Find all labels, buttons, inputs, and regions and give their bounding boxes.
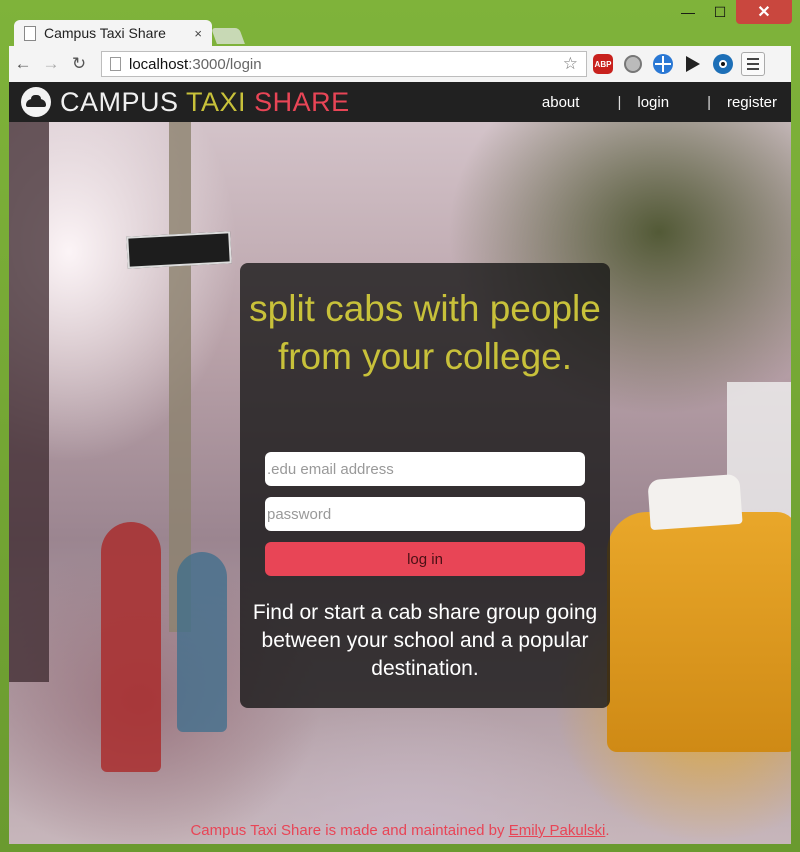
address-bar[interactable]: localhost:3000/login ☆: [101, 51, 587, 77]
close-window-button[interactable]: ✕: [736, 0, 792, 24]
login-card: split cabs with people from your college…: [240, 263, 610, 708]
site-logo-text[interactable]: CAMPUS TAXI SHARE: [60, 87, 350, 118]
footer-text: Campus Taxi Share is made and maintained…: [190, 822, 610, 839]
browser-toolbar: ← → ↻ localhost:3000/login ☆ ABP: [9, 46, 791, 82]
nav-about-link[interactable]: about: [542, 94, 580, 111]
page-info-icon: [110, 57, 121, 71]
globe-icon[interactable]: [649, 52, 677, 76]
hero-headline: split cabs with people from your college…: [249, 288, 601, 377]
author-link[interactable]: Emily Pakulski: [509, 822, 606, 839]
forward-icon[interactable]: →: [37, 54, 65, 74]
reload-icon[interactable]: ↻: [65, 54, 93, 74]
taxi-logo-icon[interactable]: [21, 87, 51, 117]
minimize-button[interactable]: —: [672, 0, 704, 24]
nav-separator: |: [617, 93, 622, 111]
back-icon[interactable]: ←: [9, 54, 37, 74]
new-tab-button[interactable]: [211, 28, 245, 44]
page-viewport: CAMPUS TAXI SHARE about | login | regist…: [9, 82, 791, 844]
window-controls: — ☐ ✕: [672, 0, 792, 30]
abp-icon[interactable]: ABP: [589, 52, 617, 76]
play-off-icon[interactable]: [679, 52, 707, 76]
main-nav: about | login | register: [542, 82, 777, 122]
maximize-button[interactable]: ☐: [704, 0, 736, 24]
menu-icon[interactable]: [741, 52, 765, 76]
site-header: CAMPUS TAXI SHARE about | login | regist…: [9, 82, 791, 122]
tagline-text: Find or start a cab share group going be…: [252, 601, 598, 680]
tab-title: Campus Taxi Share: [44, 25, 166, 41]
tab-close-icon[interactable]: ×: [194, 26, 202, 41]
login-button[interactable]: log in: [265, 542, 585, 576]
url-text[interactable]: localhost:3000/login: [129, 56, 563, 73]
password-field[interactable]: [265, 497, 585, 531]
nav-login-link[interactable]: login: [637, 94, 669, 111]
bookmark-star-icon[interactable]: ☆: [563, 54, 578, 74]
nav-separator: |: [707, 93, 711, 111]
background-photo: [9, 122, 49, 682]
flame-icon[interactable]: [619, 52, 647, 76]
email-field[interactable]: [265, 452, 585, 486]
page-icon: [24, 25, 36, 41]
browser-tab[interactable]: Campus Taxi Share ×: [14, 20, 212, 46]
nav-register-link[interactable]: register: [727, 94, 777, 111]
eye-icon[interactable]: [709, 52, 737, 76]
browser-window: — ☐ ✕ Campus Taxi Share × ← → ↻ localhos…: [0, 0, 800, 852]
